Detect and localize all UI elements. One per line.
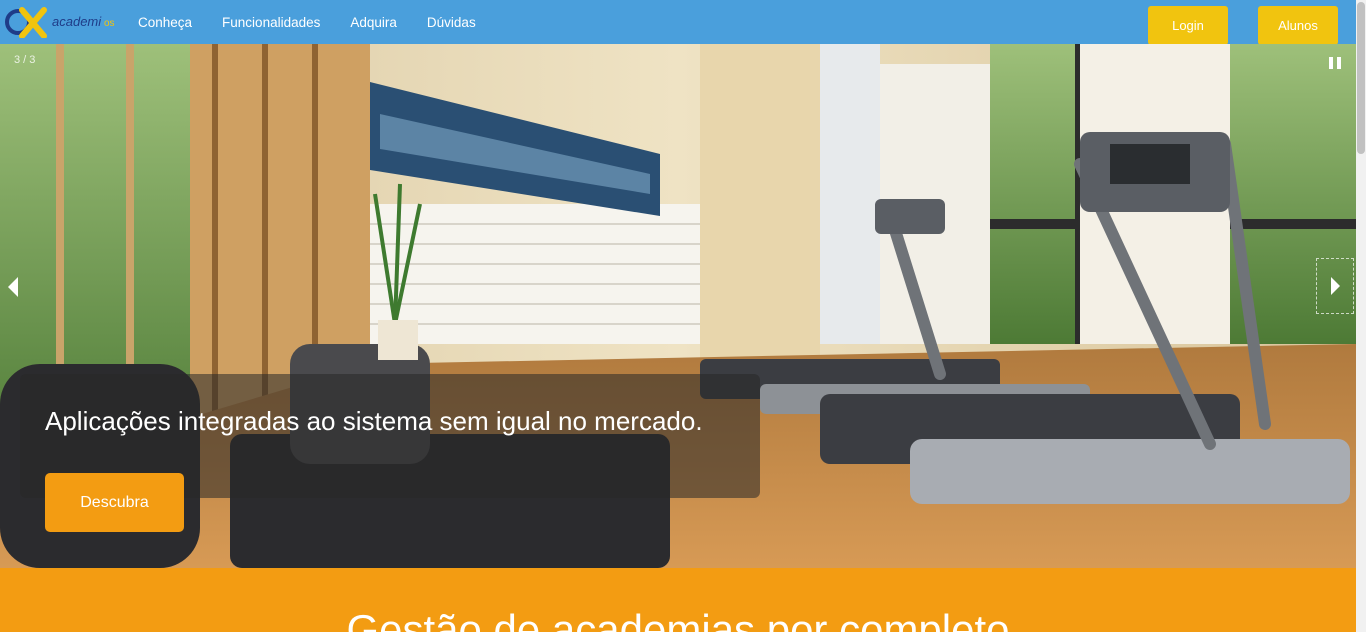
logo-text: academi [52,14,102,29]
features-section: Gestão de academias por completo [0,568,1356,632]
chevron-left-icon[interactable] [4,274,24,300]
nav-link-adquira[interactable]: Adquira [350,15,397,30]
section-title: Gestão de academias por completo [346,606,1010,632]
hero-caption: Aplicações integradas ao sistema sem igu… [45,406,703,436]
alunos-button[interactable]: Alunos [1258,6,1338,45]
next-slide-button[interactable] [1316,258,1354,314]
hero-slider: 3 / 3 Aplicações integradas ao sistema s… [0,44,1356,568]
page-scrollbar[interactable] [1356,0,1366,632]
academios-logo[interactable]: academi os [4,6,122,38]
descubra-button[interactable]: Descubra [45,473,184,532]
pause-icon[interactable] [1328,56,1342,70]
slide-counter: 3 / 3 [14,54,36,66]
main-nav: Conheça Funcionalidades Adquira Dúvidas [138,0,506,44]
nav-link-duvidas[interactable]: Dúvidas [427,15,476,30]
chevron-right-icon [1331,277,1340,295]
scrollbar-thumb[interactable] [1357,2,1365,154]
login-button[interactable]: Login [1148,6,1228,45]
logo-suffix: os [104,18,115,29]
top-navbar: academi os Conheça Funcionalidades Adqui… [0,0,1356,45]
nav-link-funcionalidades[interactable]: Funcionalidades [222,15,320,30]
nav-link-conheca[interactable]: Conheça [138,15,192,30]
